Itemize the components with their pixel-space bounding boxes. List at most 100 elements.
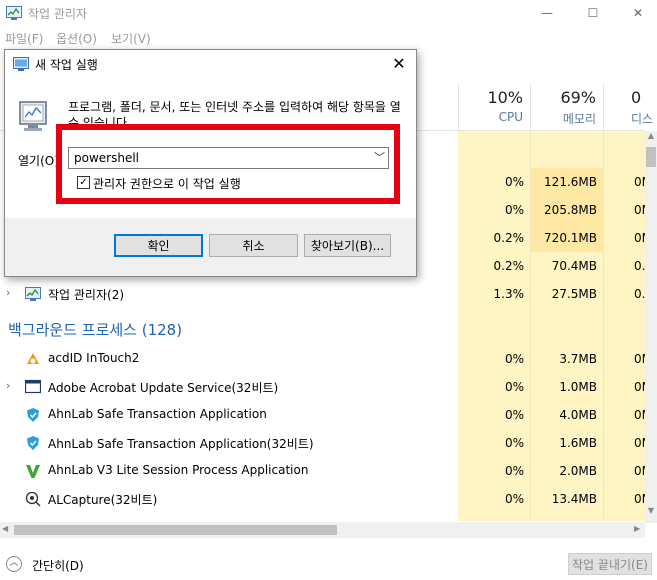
dialog-title: 새 작업 실행 (35, 58, 98, 72)
menu-file[interactable]: 파일(F) (5, 30, 43, 47)
title-bar: 작업 관리자 — ☐ ✕ (0, 0, 657, 26)
chevron-up-icon[interactable]: ︿ (6, 556, 22, 572)
scroll-left-arrow-icon[interactable]: ◀ (2, 524, 8, 533)
minimize-icon: — (541, 6, 553, 20)
maximize-icon: ☐ (587, 6, 599, 20)
memory-column-label: 메모리 (562, 112, 596, 126)
process-name: ALCapture(32비트) (48, 493, 158, 507)
process-name: AhnLab Safe Transaction Application(32비트… (48, 437, 314, 451)
disk-cell: 0M (634, 203, 645, 217)
menu-view[interactable]: 보기(V) (111, 30, 151, 47)
disk-cell: 0M (634, 464, 645, 478)
close-icon: ✕ (632, 6, 644, 20)
memory-total-percent: 69% (560, 88, 596, 107)
column-header-disk[interactable]: 0 디스 (603, 84, 657, 130)
expand-chevron-icon[interactable]: › (6, 286, 10, 299)
memory-cell: 3.7MB (559, 352, 597, 366)
table-row[interactable]: AhnLab Safe Transaction Application(32비트… (0, 429, 645, 457)
disk-cell: 0M (634, 380, 645, 394)
memory-cell: 13.4MB (551, 492, 597, 506)
maximize-button[interactable]: ☐ (570, 0, 616, 26)
ok-button[interactable]: 확인 (114, 234, 203, 257)
ok-label: 확인 (147, 239, 170, 253)
disk-cell: 0M (634, 352, 645, 366)
disk-cell: 0M (634, 175, 645, 189)
cpu-cell: 0% (504, 408, 524, 422)
end-task-button[interactable]: 작업 끝내기(E) (568, 553, 652, 575)
table-row[interactable]: › 작업 관리자(2) 1.3% 27.5MB 0.1M (0, 280, 645, 308)
expand-chevron-icon[interactable]: › (6, 379, 10, 392)
table-row[interactable]: AhnLab V3 Lite Session Process Applicati… (0, 457, 645, 485)
browse-button[interactable]: 찾아보기(B)... (304, 234, 391, 257)
table-row[interactable]: AhnLab Safe Transaction Application 0% 4… (0, 401, 645, 429)
horizontal-scroll-thumb[interactable] (14, 525, 337, 535)
dialog-title-bar: 새 작업 실행 ✕ (5, 50, 416, 78)
disk-cell: 0M (634, 436, 645, 450)
disk-total-percent: 0 (631, 88, 642, 107)
fewer-details-link[interactable]: 간단히(D) (32, 557, 84, 574)
adobe-update-icon (25, 379, 41, 394)
cpu-cell: 0.2% (493, 259, 525, 273)
cpu-cell: 0% (504, 492, 524, 506)
disk-cell: 0.1M (634, 259, 645, 273)
scroll-up-arrow-icon[interactable]: ▲ (645, 131, 657, 145)
acdid-icon (27, 353, 39, 364)
cpu-column-label: CPU (498, 110, 523, 124)
disk-cell: 0M (634, 231, 645, 245)
vertical-scroll-thumb[interactable] (646, 147, 656, 167)
cpu-cell: 1.3% (493, 287, 525, 301)
cpu-total-percent: 10% (487, 88, 523, 107)
cpu-cell: 0% (504, 352, 524, 366)
cancel-button[interactable]: 취소 (209, 234, 298, 257)
task-manager-icon (6, 6, 22, 20)
column-header-cpu[interactable]: 10% CPU (458, 84, 530, 130)
close-button[interactable]: ✕ (615, 0, 657, 26)
process-name: acdID InTouch2 (48, 351, 140, 365)
cpu-cell: 0% (504, 380, 524, 394)
memory-cell: 1.0MB (559, 380, 597, 394)
process-name: 작업 관리자(2) (48, 288, 125, 302)
process-name: AhnLab V3 Lite Session Process Applicati… (48, 463, 309, 477)
disk-cell: 0M (634, 408, 645, 422)
memory-cell: 205.8MB (544, 203, 597, 217)
footer-bar: ︿ 간단히(D) 작업 끝내기(E) (0, 548, 657, 580)
table-row[interactable]: › Adobe Acrobat Update Service(32비트) 0% … (0, 373, 645, 401)
scroll-right-arrow-icon[interactable]: ▶ (634, 524, 640, 533)
process-name: AhnLab Safe Transaction Application (48, 407, 267, 421)
end-task-label: 작업 끝내기(E) (572, 557, 648, 572)
menu-bar: 파일(F) 옵션(O) 보기(V) (0, 28, 657, 48)
run-dialog-icon (13, 57, 29, 71)
menu-options[interactable]: 옵션(O) (56, 30, 97, 47)
highlight-box (56, 124, 400, 204)
cpu-cell: 0% (504, 464, 524, 478)
cpu-cell: 0.2% (493, 231, 525, 245)
ahnlab-shield-icon (27, 408, 39, 422)
memory-cell: 4.0MB (559, 408, 597, 422)
alcapture-icon (25, 491, 41, 507)
memory-cell: 720.1MB (544, 231, 597, 245)
memory-cell: 70.4MB (551, 259, 597, 273)
disk-cell: 0M (634, 492, 645, 506)
cpu-cell: 0% (504, 436, 524, 450)
cancel-label: 취소 (242, 239, 265, 253)
dialog-close-icon[interactable]: ✕ (389, 54, 409, 74)
table-row[interactable]: acdID InTouch2 0% 3.7MB 0M (0, 345, 645, 373)
cpu-cell: 0% (504, 175, 524, 189)
run-program-icon (19, 101, 47, 131)
window-title: 작업 관리자 (28, 7, 88, 21)
column-header-memory[interactable]: 69% 메모리 (530, 84, 603, 130)
disk-cell: 0.1M (634, 287, 645, 301)
task-manager-icon (25, 287, 41, 301)
disk-column-label: 디스 (631, 112, 654, 126)
table-row[interactable]: ALCapture(32비트) 0% 13.4MB 0M (0, 485, 645, 513)
vertical-scrollbar[interactable] (645, 131, 657, 523)
process-name: Adobe Acrobat Update Service(32비트) (48, 381, 279, 395)
cpu-cell: 0% (504, 203, 524, 217)
minimize-button[interactable]: — (524, 0, 570, 26)
background-processes-heading: 백그라운드 프로세스 (128) (8, 321, 183, 339)
scroll-down-arrow-icon[interactable]: ▼ (645, 506, 657, 520)
memory-cell: 27.5MB (551, 287, 597, 301)
memory-cell: 2.0MB (559, 464, 597, 478)
browse-label: 찾아보기(B)... (310, 239, 385, 253)
memory-cell: 1.6MB (559, 436, 597, 450)
